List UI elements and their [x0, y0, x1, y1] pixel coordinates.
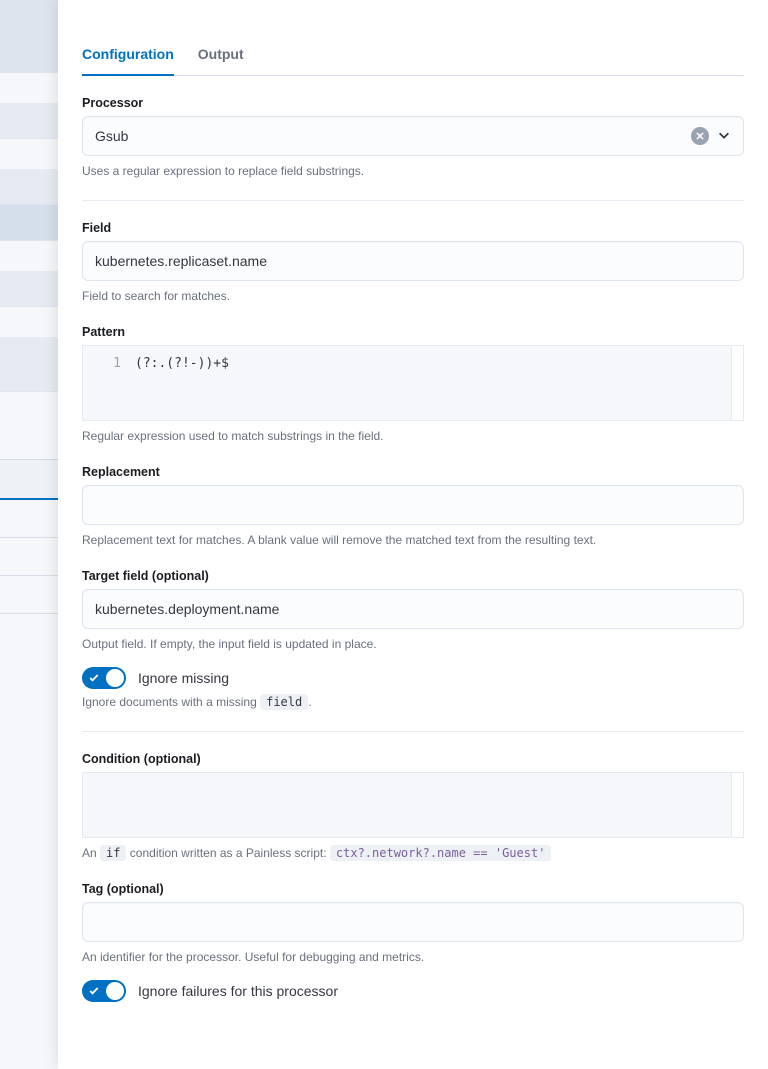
scroll-track[interactable] — [731, 346, 743, 420]
field-input[interactable] — [82, 241, 744, 281]
tab-configuration[interactable]: Configuration — [82, 36, 174, 76]
processor-select[interactable]: Gsub — [82, 116, 744, 156]
ignore-failures-label: Ignore failures for this processor — [138, 983, 338, 999]
tag-help: An identifier for the processor. Useful … — [82, 948, 744, 966]
line-number: 1 — [83, 346, 135, 420]
ignore-missing-help: Ignore documents with a missing field. — [82, 693, 744, 711]
processor-flyout: Configuration Output Processor Gsub Uses… — [58, 0, 768, 1069]
target-help: Output field. If empty, the input field … — [82, 635, 744, 653]
divider — [82, 200, 744, 201]
ignore-failures-toggle[interactable] — [82, 980, 126, 1002]
clear-icon[interactable] — [691, 127, 709, 145]
field-help: Field to search for matches. — [82, 287, 744, 305]
replacement-help: Replacement text for matches. A blank va… — [82, 531, 744, 549]
tag-input[interactable] — [82, 902, 744, 942]
code-pill: ctx?.network?.name == 'Guest' — [330, 845, 552, 861]
processor-value: Gsub — [95, 128, 691, 144]
processor-label: Processor — [82, 96, 744, 110]
tabs: Configuration Output — [82, 36, 744, 76]
condition-help: An if condition written as a Painless sc… — [82, 844, 744, 862]
target-label: Target field (optional) — [82, 569, 744, 583]
pattern-code: (?:.(?!-))+$ — [135, 346, 743, 420]
target-input[interactable] — [82, 589, 744, 629]
pattern-editor[interactable]: 1 (?:.(?!-))+$ — [82, 345, 744, 421]
scroll-track[interactable] — [731, 773, 743, 837]
code-pill: field — [260, 694, 308, 710]
condition-label: Condition (optional) — [82, 752, 744, 766]
replacement-label: Replacement — [82, 465, 744, 479]
tab-output[interactable]: Output — [198, 36, 244, 76]
pattern-label: Pattern — [82, 325, 744, 339]
replacement-input[interactable] — [82, 485, 744, 525]
processor-help: Uses a regular expression to replace fie… — [82, 162, 744, 180]
check-icon — [88, 671, 100, 683]
ignore-missing-label: Ignore missing — [138, 670, 229, 686]
code-pill: if — [100, 845, 126, 861]
tag-label: Tag (optional) — [82, 882, 744, 896]
background-sidebar — [0, 0, 58, 1069]
condition-editor[interactable] — [82, 772, 744, 838]
field-label: Field — [82, 221, 744, 235]
ignore-missing-toggle[interactable] — [82, 667, 126, 689]
check-icon — [88, 984, 100, 996]
divider — [82, 731, 744, 732]
chevron-down-icon — [717, 128, 731, 145]
pattern-help: Regular expression used to match substri… — [82, 427, 744, 445]
